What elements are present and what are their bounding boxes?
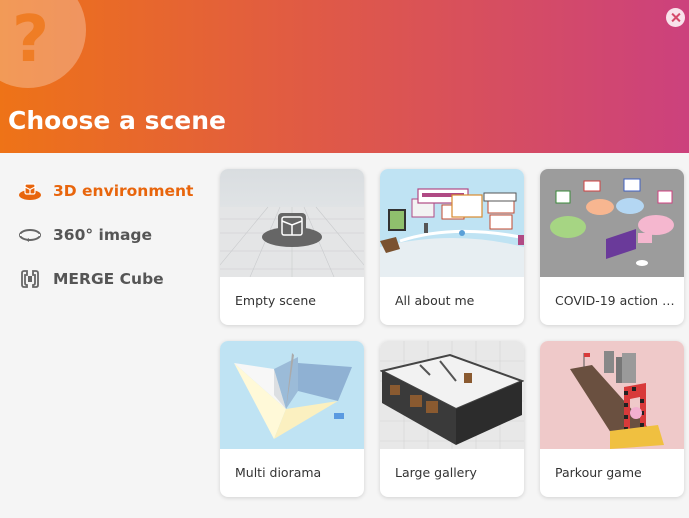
scene-card-label: Empty scene — [235, 293, 316, 308]
cube-hat-icon — [19, 183, 41, 200]
scene-thumbnail — [540, 169, 684, 277]
sidebar-item-merge-cube[interactable]: MERGE Cube — [18, 267, 164, 291]
merge-cube-icon — [21, 270, 39, 288]
question-mark-icon: ? — [12, 3, 50, 77]
header-banner: ? Choose a scene — [0, 0, 689, 153]
scene-card-all-about-me[interactable]: All about me — [380, 169, 524, 325]
sidebar-item-label: 3D environment — [53, 182, 194, 200]
scene-thumbnail — [220, 341, 364, 449]
scene-card-covid-19-action-plan[interactable]: COVID-19 action pl... — [540, 169, 684, 325]
scene-card-label: Multi diorama — [235, 465, 322, 480]
close-icon[interactable] — [666, 8, 685, 27]
sidebar-item-label: MERGE Cube — [53, 270, 164, 288]
scene-thumbnail — [380, 341, 524, 449]
page-title: Choose a scene — [8, 106, 227, 135]
scene-card-label: Parkour game — [555, 465, 642, 480]
sidebar-item-360-image[interactable]: 360° image — [18, 223, 152, 247]
sidebar-item-label: 360° image — [53, 226, 153, 244]
scene-thumbnail — [220, 169, 364, 277]
scene-card-parkour-game[interactable]: Parkour game — [540, 341, 684, 497]
scene-card-large-gallery[interactable]: Large gallery — [380, 341, 524, 497]
scene-card-label: All about me — [395, 293, 475, 308]
sidebar: 3D environment 360° image MERGE Cube — [0, 153, 210, 518]
scene-card-label: COVID-19 action pl... — [555, 293, 677, 308]
scene-card-multi-diorama[interactable]: Multi diorama — [220, 341, 364, 497]
sidebar-item-3d-environment[interactable]: 3D environment — [18, 179, 193, 203]
scene-card-label: Large gallery — [395, 465, 477, 480]
scene-card-empty-scene[interactable]: Empty scene — [220, 169, 364, 325]
scene-thumbnail — [380, 169, 524, 277]
rotate-360-icon — [19, 229, 41, 242]
scene-thumbnail — [540, 341, 684, 449]
